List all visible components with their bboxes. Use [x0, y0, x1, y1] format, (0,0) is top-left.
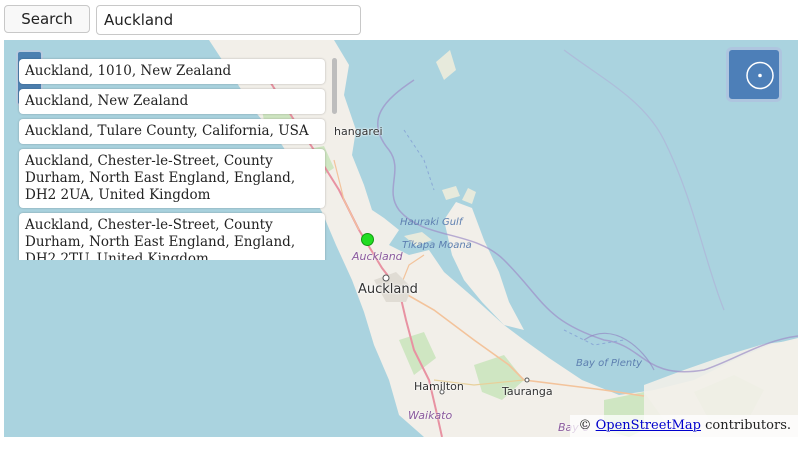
search-button[interactable]: Search	[4, 5, 90, 33]
locate-button[interactable]	[726, 47, 782, 102]
results-scrollbar[interactable]	[332, 58, 337, 114]
map-label-tauranga: Tauranga	[502, 385, 553, 398]
map-label-hauraki-gulf: Hauraki Gulf	[400, 217, 463, 228]
map-label-waikato: Waikato	[408, 409, 453, 422]
attribution-prefix: ©	[578, 418, 592, 433]
search-result-item[interactable]: Auckland, Chester-le-Street, County Durh…	[19, 213, 325, 260]
map-label-auckland-region: Auckland	[352, 250, 403, 263]
map-label-hamilton: Hamilton	[414, 380, 464, 393]
map-label-auckland-city: Auckland	[358, 282, 418, 297]
map-view[interactable]: hangarei Hauraki Gulf Tīkapa Moana Auckl…	[4, 40, 798, 437]
search-result-item[interactable]: Auckland, Tulare County, California, USA	[19, 119, 325, 144]
search-result-item[interactable]: Auckland, 1010, New Zealand	[19, 59, 325, 84]
location-marker-icon[interactable]	[361, 233, 374, 246]
search-result-item[interactable]: Auckland, New Zealand	[19, 89, 325, 114]
map-label-whangarei: hangarei	[334, 125, 383, 138]
search-input[interactable]	[96, 5, 361, 35]
locate-crosshair-icon	[746, 61, 774, 90]
attribution-suffix: contributors.	[705, 418, 791, 433]
search-result-item[interactable]: Auckland, Chester-le-Street, County Durh…	[19, 149, 325, 208]
openstreetmap-link[interactable]: OpenStreetMap	[596, 418, 701, 433]
search-results-list[interactable]: Auckland, 1010, New Zealand Auckland, Ne…	[16, 56, 338, 260]
map-attribution: © OpenStreetMap contributors.	[570, 415, 798, 437]
map-label-bay-of-plenty: Bay of Plenty	[576, 358, 643, 369]
map-label-tikapa-moana: Tīkapa Moana	[402, 240, 472, 251]
